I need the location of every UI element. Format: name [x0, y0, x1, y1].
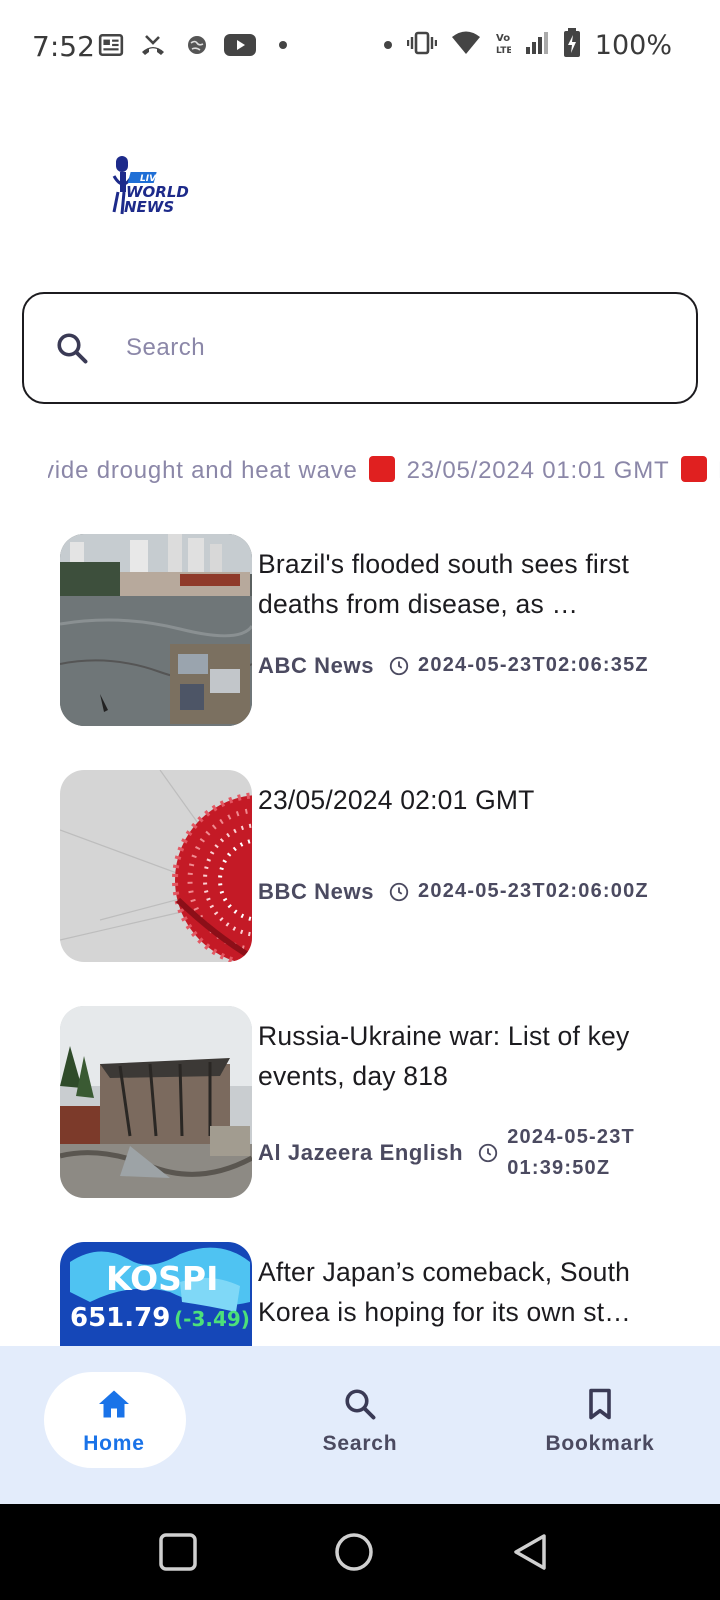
- news-date: 2024-05-23T01:39:50Z: [507, 1126, 635, 1179]
- news-title[interactable]: 23/05/2024 02:01 GMT: [258, 780, 658, 820]
- news-source: BBC News: [258, 878, 375, 904]
- kospi-value: 651.79: [70, 1303, 170, 1333]
- news-source: Al Jazeera English: [258, 1140, 464, 1165]
- news-thumbnail-bbc-globe: [60, 770, 252, 962]
- logo-news-text: NEWS: [124, 198, 174, 216]
- status-bar: 7:52 Vo LTE 100%: [0, 0, 720, 96]
- svg-text:LTE: LTE: [496, 46, 511, 56]
- wifi-icon: [451, 30, 481, 61]
- search-field[interactable]: [22, 292, 698, 404]
- dot-icon: [383, 37, 393, 55]
- battery-percentage: 100%: [594, 30, 672, 61]
- home-button-icon[interactable]: [334, 1532, 374, 1572]
- clock-icon: [389, 656, 409, 675]
- news-ticker[interactable]: vide drought and heat wave 23/05/2024 01…: [48, 452, 720, 492]
- nav-bookmark[interactable]: Bookmark: [520, 1374, 680, 1474]
- clock-icon: [479, 1143, 498, 1163]
- search-icon: [54, 330, 90, 366]
- ticker-text: vide drought and heat wave 23/05/2024 01…: [48, 456, 720, 485]
- kospi-change: (-3.49): [174, 1307, 250, 1331]
- home-icon: [99, 1390, 129, 1418]
- red-square-icon: [369, 456, 396, 482]
- ticker-headline: vide drought and heat wave: [48, 457, 358, 484]
- app-logo: LIVE WORLD NEWS: [112, 152, 192, 218]
- news-meta: ABC News 2024-05-23T02:06:35Z: [258, 650, 650, 681]
- nav-search-label: Search: [322, 1432, 398, 1455]
- nav-search[interactable]: Search: [280, 1374, 440, 1474]
- news-date: 2024-05-23T02:06:35Z: [418, 654, 649, 676]
- vibrate-icon: [406, 30, 437, 61]
- kospi-label: KOSPI: [106, 1259, 218, 1298]
- news-list[interactable]: Brazil's flooded south sees first deaths…: [0, 530, 720, 1346]
- news-notification-icon: [98, 30, 124, 60]
- bottom-navigation: Home Search Bookmark: [0, 1346, 720, 1504]
- status-right-cluster: Vo LTE 100%: [383, 28, 672, 63]
- news-item[interactable]: KOSPI 651.79 (-3.49) After Japan’s comeb…: [60, 1242, 680, 1346]
- news-meta: BBC News 2024-05-23T02:06:00Z: [258, 876, 650, 907]
- news-title[interactable]: After Japan’s comeback, South Korea is h…: [258, 1252, 658, 1332]
- news-meta: Al Jazeera English 2024-05-23T01:39:50Z: [258, 1122, 643, 1184]
- recent-apps-icon[interactable]: [158, 1532, 198, 1572]
- news-thumbnail-destroyed-building: [60, 1006, 252, 1198]
- news-source: ABC News: [258, 652, 375, 678]
- battery-charging-icon: [563, 28, 581, 63]
- volte-icon: Vo LTE: [495, 30, 513, 61]
- search-input[interactable]: [126, 322, 666, 374]
- news-thumbnail-flood: [60, 534, 252, 726]
- missed-call-icon: [138, 30, 168, 60]
- news-date: 2024-05-23T02:06:00Z: [418, 880, 649, 902]
- clock-icon: [389, 882, 409, 901]
- news-title[interactable]: Brazil's flooded south sees first deaths…: [258, 544, 658, 624]
- youtube-icon: [224, 30, 256, 60]
- news-item[interactable]: 23/05/2024 02:01 GMT BBC News 2024-05-23…: [60, 770, 680, 962]
- search-icon: [345, 1389, 376, 1420]
- nav-home-label: Home: [83, 1432, 145, 1455]
- globe-notification-icon: [186, 30, 208, 60]
- system-navigation-bar: [0, 1504, 720, 1600]
- svg-text:Vo: Vo: [496, 33, 510, 44]
- news-thumbnail-kospi: KOSPI 651.79 (-3.49): [60, 1242, 252, 1346]
- news-title[interactable]: Russia-Ukraine war: List of key events, …: [258, 1016, 658, 1096]
- nav-bookmark-label: Bookmark: [545, 1432, 655, 1455]
- nav-home[interactable]: Home: [34, 1372, 194, 1474]
- red-square-icon: [680, 456, 707, 482]
- status-time: 7:52: [32, 30, 95, 63]
- back-icon[interactable]: [510, 1532, 550, 1572]
- bookmark-icon: [589, 1388, 611, 1420]
- news-item[interactable]: Russia-Ukraine war: List of key events, …: [60, 1006, 680, 1198]
- ticker-timestamp: 23/05/2024 01:01 GMT: [406, 457, 670, 484]
- news-item[interactable]: Brazil's flooded south sees first deaths…: [60, 534, 680, 726]
- more-notifications-dot-icon: [278, 30, 288, 60]
- signal-icon: [525, 31, 549, 60]
